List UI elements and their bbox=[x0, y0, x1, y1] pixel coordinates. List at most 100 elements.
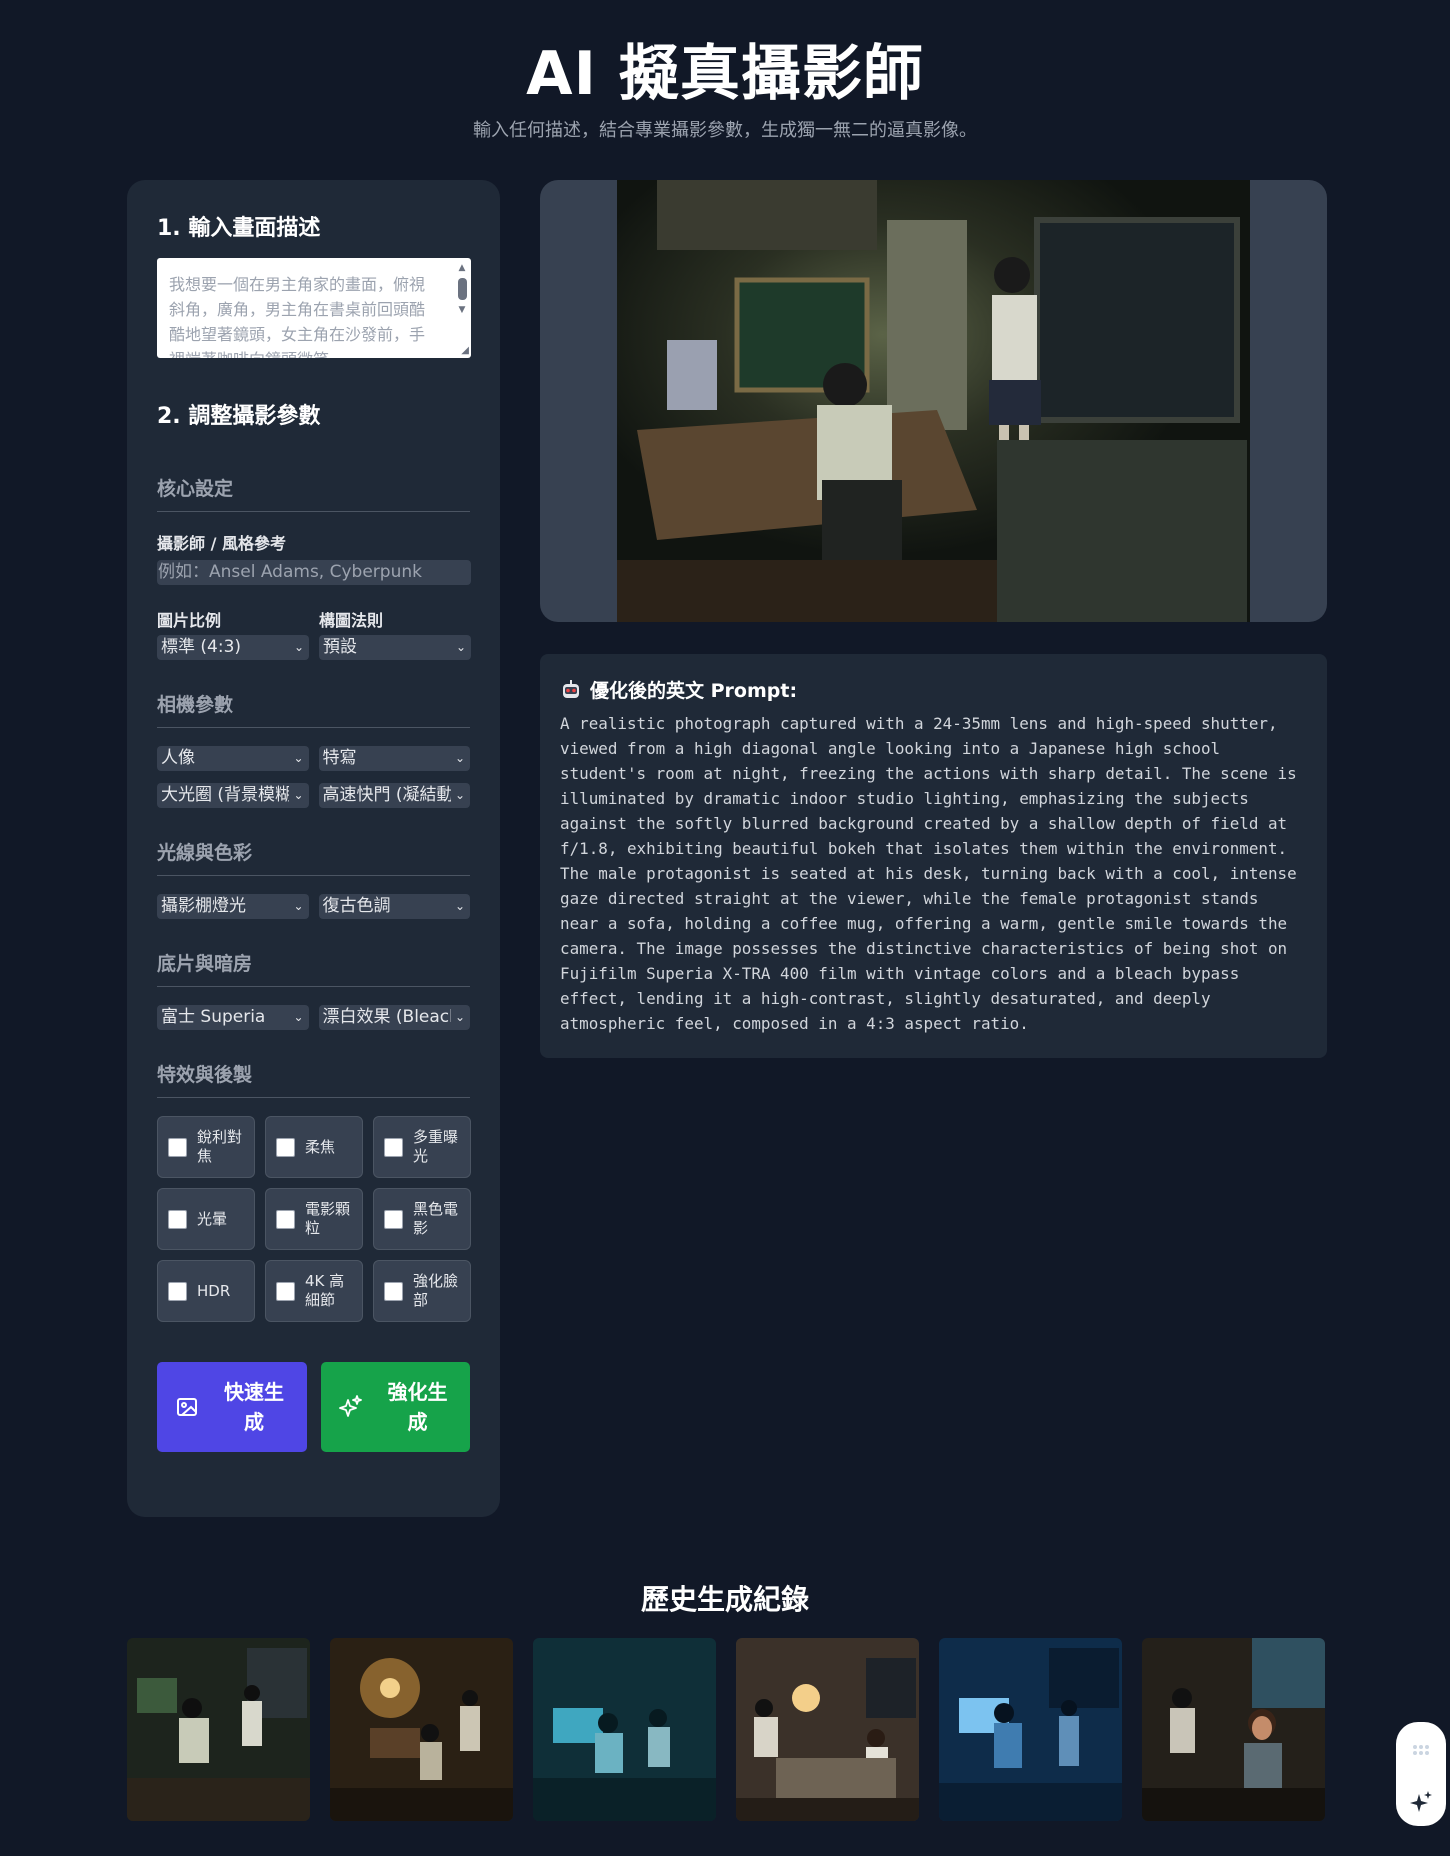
shutter-value: 高速快門 (凝結動作) bbox=[322, 785, 451, 805]
darkroom-value: 漂白效果 (Bleach Bypass) bbox=[322, 1007, 451, 1027]
history-thumbnail[interactable] bbox=[1142, 1638, 1325, 1821]
composition-value: 預設 bbox=[323, 637, 357, 657]
effect-label: 4K 高細節 bbox=[305, 1272, 345, 1309]
prompt-panel: 優化後的英文 Prompt: A realistic photograph ca… bbox=[540, 654, 1327, 1058]
chevron-down-icon: ⌄ bbox=[452, 1005, 465, 1030]
drag-handle-icon[interactable] bbox=[1396, 1734, 1446, 1774]
effect-label: 強化臉部 bbox=[413, 1272, 459, 1309]
shutter-select[interactable]: 高速快門 (凝結動作) ⌄ bbox=[318, 783, 470, 808]
camera-mode-value: 人像 bbox=[161, 748, 195, 768]
floating-assistant-button[interactable] bbox=[1396, 1722, 1446, 1826]
checkbox[interactable] bbox=[384, 1281, 403, 1301]
lighting-value: 攝影棚燈光 bbox=[161, 896, 246, 916]
effect-halation[interactable]: 光暈 bbox=[157, 1188, 255, 1250]
page-subtitle: 輸入任何描述，結合專業攝影參數，生成獨一無二的逼真影像。 bbox=[473, 120, 977, 141]
effect-noir[interactable]: 黑色電影 bbox=[373, 1188, 471, 1250]
checkbox[interactable] bbox=[168, 1137, 187, 1157]
image-icon bbox=[177, 1398, 197, 1416]
photographer-placeholder: 例如：Ansel Adams, Cyberpunk bbox=[158, 562, 422, 582]
checkbox[interactable] bbox=[384, 1137, 403, 1157]
film-stock-value: 富士 Superia bbox=[161, 1007, 266, 1027]
scroll-thumb[interactable] bbox=[457, 278, 467, 300]
checkbox[interactable] bbox=[276, 1209, 295, 1229]
enhanced-generate-button[interactable]: 強化生成 bbox=[320, 1362, 470, 1452]
page-title: AI 擬真攝影師 bbox=[526, 39, 924, 109]
enhanced-generate-label: 強化生成 bbox=[387, 1380, 448, 1434]
checkbox[interactable] bbox=[384, 1209, 403, 1229]
effect-label: 黑色電影 bbox=[413, 1200, 459, 1237]
settings-panel: 1. 輸入畫面描述 我想要一個在男主角家的畫面，俯視斜角，廣角，男主角在書桌前回… bbox=[127, 180, 500, 1517]
aperture-value: 大光圈 (背景模糊) bbox=[161, 785, 289, 805]
page-header: AI 擬真攝影師 輸入任何描述，結合專業攝影參數，生成獨一無二的逼真影像。 bbox=[0, 0, 1450, 142]
effect-label: 電影顆粒 bbox=[305, 1200, 351, 1237]
effect-4k-detail[interactable]: 4K 高細節 bbox=[265, 1260, 363, 1322]
core-section-title: 核心設定 bbox=[157, 474, 470, 512]
history-thumbnail[interactable] bbox=[939, 1638, 1122, 1821]
sparkles-icon bbox=[338, 1395, 362, 1417]
color-tone-select[interactable]: 復古色調 ⌄ bbox=[318, 894, 470, 919]
step2-title: 2. 調整攝影參數 bbox=[157, 404, 321, 429]
effect-soft-focus[interactable]: 柔焦 bbox=[265, 1116, 363, 1178]
lighting-select[interactable]: 攝影棚燈光 ⌄ bbox=[157, 894, 309, 919]
prompt-header: 優化後的英文 Prompt: bbox=[560, 676, 1307, 703]
effects-section-title: 特效與後製 bbox=[157, 1060, 470, 1098]
effect-label: 銳利對焦 bbox=[197, 1128, 243, 1165]
color-tone-value: 復古色調 bbox=[322, 896, 391, 916]
chevron-down-icon: ⌄ bbox=[452, 746, 465, 771]
effect-label: 多重曝光 bbox=[413, 1128, 459, 1165]
photographer-label: 攝影師 / 風格參考 bbox=[157, 534, 286, 553]
camera-mode-select[interactable]: 人像 ⌄ bbox=[157, 746, 309, 771]
chevron-down-icon: ⌄ bbox=[452, 894, 465, 919]
ratio-value: 標準 (4:3) bbox=[161, 637, 242, 657]
chevron-down-icon: ⌄ bbox=[452, 783, 465, 808]
quick-generate-button[interactable]: 快速生成 bbox=[157, 1362, 307, 1452]
effect-film-grain[interactable]: 電影顆粒 bbox=[265, 1188, 363, 1250]
history-thumbnail[interactable] bbox=[330, 1638, 513, 1821]
effect-double-exposure[interactable]: 多重曝光 bbox=[373, 1116, 471, 1178]
description-textarea[interactable]: 我想要一個在男主角家的畫面，俯視斜角，廣角，男主角在書桌前回頭酷酷地望著鏡頭，女… bbox=[157, 258, 471, 358]
effect-enhance-face[interactable]: 強化臉部 bbox=[373, 1260, 471, 1322]
checkbox[interactable] bbox=[168, 1281, 187, 1301]
effect-sharp-focus[interactable]: 銳利對焦 bbox=[157, 1116, 255, 1178]
ratio-select[interactable]: 標準 (4:3) ⌄ bbox=[157, 635, 309, 660]
effect-hdr[interactable]: HDR bbox=[157, 1260, 255, 1322]
chevron-down-icon: ⌄ bbox=[291, 894, 304, 919]
optimized-prompt-text: A realistic photograph captured with a 2… bbox=[560, 714, 1297, 1033]
history-thumbnail[interactable] bbox=[736, 1638, 919, 1821]
photographer-input[interactable]: 例如：Ansel Adams, Cyberpunk bbox=[157, 560, 471, 585]
preview-panel bbox=[540, 180, 1327, 622]
checkbox[interactable] bbox=[276, 1281, 295, 1301]
generated-image[interactable] bbox=[617, 180, 1250, 622]
resize-grip-icon[interactable]: ◢ bbox=[461, 346, 469, 356]
effect-label: 光暈 bbox=[197, 1209, 228, 1228]
composition-label: 構圖法則 bbox=[319, 611, 384, 630]
robot-icon bbox=[563, 679, 579, 698]
scroll-up-arrow-icon[interactable]: ▲ bbox=[455, 262, 469, 274]
film-stock-select[interactable]: 富士 Superia ⌄ bbox=[157, 1005, 309, 1030]
chevron-down-icon: ⌄ bbox=[291, 783, 304, 808]
checkbox[interactable] bbox=[168, 1209, 187, 1229]
effect-label: HDR bbox=[197, 1281, 231, 1300]
chevron-down-icon: ⌄ bbox=[291, 746, 304, 771]
camera-section-title: 相機參數 bbox=[157, 690, 470, 728]
aperture-select[interactable]: 大光圈 (背景模糊) ⌄ bbox=[157, 783, 309, 808]
darkroom-select[interactable]: 漂白效果 (Bleach Bypass) ⌄ bbox=[318, 1005, 470, 1030]
checkbox[interactable] bbox=[276, 1137, 295, 1157]
effect-label: 柔焦 bbox=[305, 1137, 336, 1156]
quick-generate-label: 快速生成 bbox=[224, 1380, 284, 1434]
composition-select[interactable]: 預設 ⌄ bbox=[319, 635, 471, 660]
prompt-title: 優化後的英文 Prompt: bbox=[590, 680, 798, 702]
textarea-scrollbar[interactable]: ▲ ▼ bbox=[455, 262, 469, 354]
history-gallery bbox=[127, 1638, 1325, 1821]
sparkle-icon[interactable] bbox=[1409, 1790, 1433, 1814]
description-placeholder: 我想要一個在男主角家的畫面，俯視斜角，廣角，男主角在書桌前回頭酷酷地望著鏡頭，女… bbox=[169, 275, 426, 358]
history-title: 歷史生成紀錄 bbox=[640, 1583, 809, 1616]
chevron-down-icon: ⌄ bbox=[291, 635, 304, 660]
history-thumbnail[interactable] bbox=[533, 1638, 716, 1821]
chevron-down-icon: ⌄ bbox=[453, 635, 466, 660]
shot-type-select[interactable]: 特寫 ⌄ bbox=[318, 746, 470, 771]
film-section-title: 底片與暗房 bbox=[157, 949, 470, 987]
history-thumbnail[interactable] bbox=[127, 1638, 310, 1821]
scroll-down-arrow-icon[interactable]: ▼ bbox=[455, 304, 469, 316]
effects-grid: 銳利對焦 柔焦 多重曝光 光暈 電影顆粒 黑色電影 HDR 4K 高細節 強化臉… bbox=[157, 1116, 471, 1322]
